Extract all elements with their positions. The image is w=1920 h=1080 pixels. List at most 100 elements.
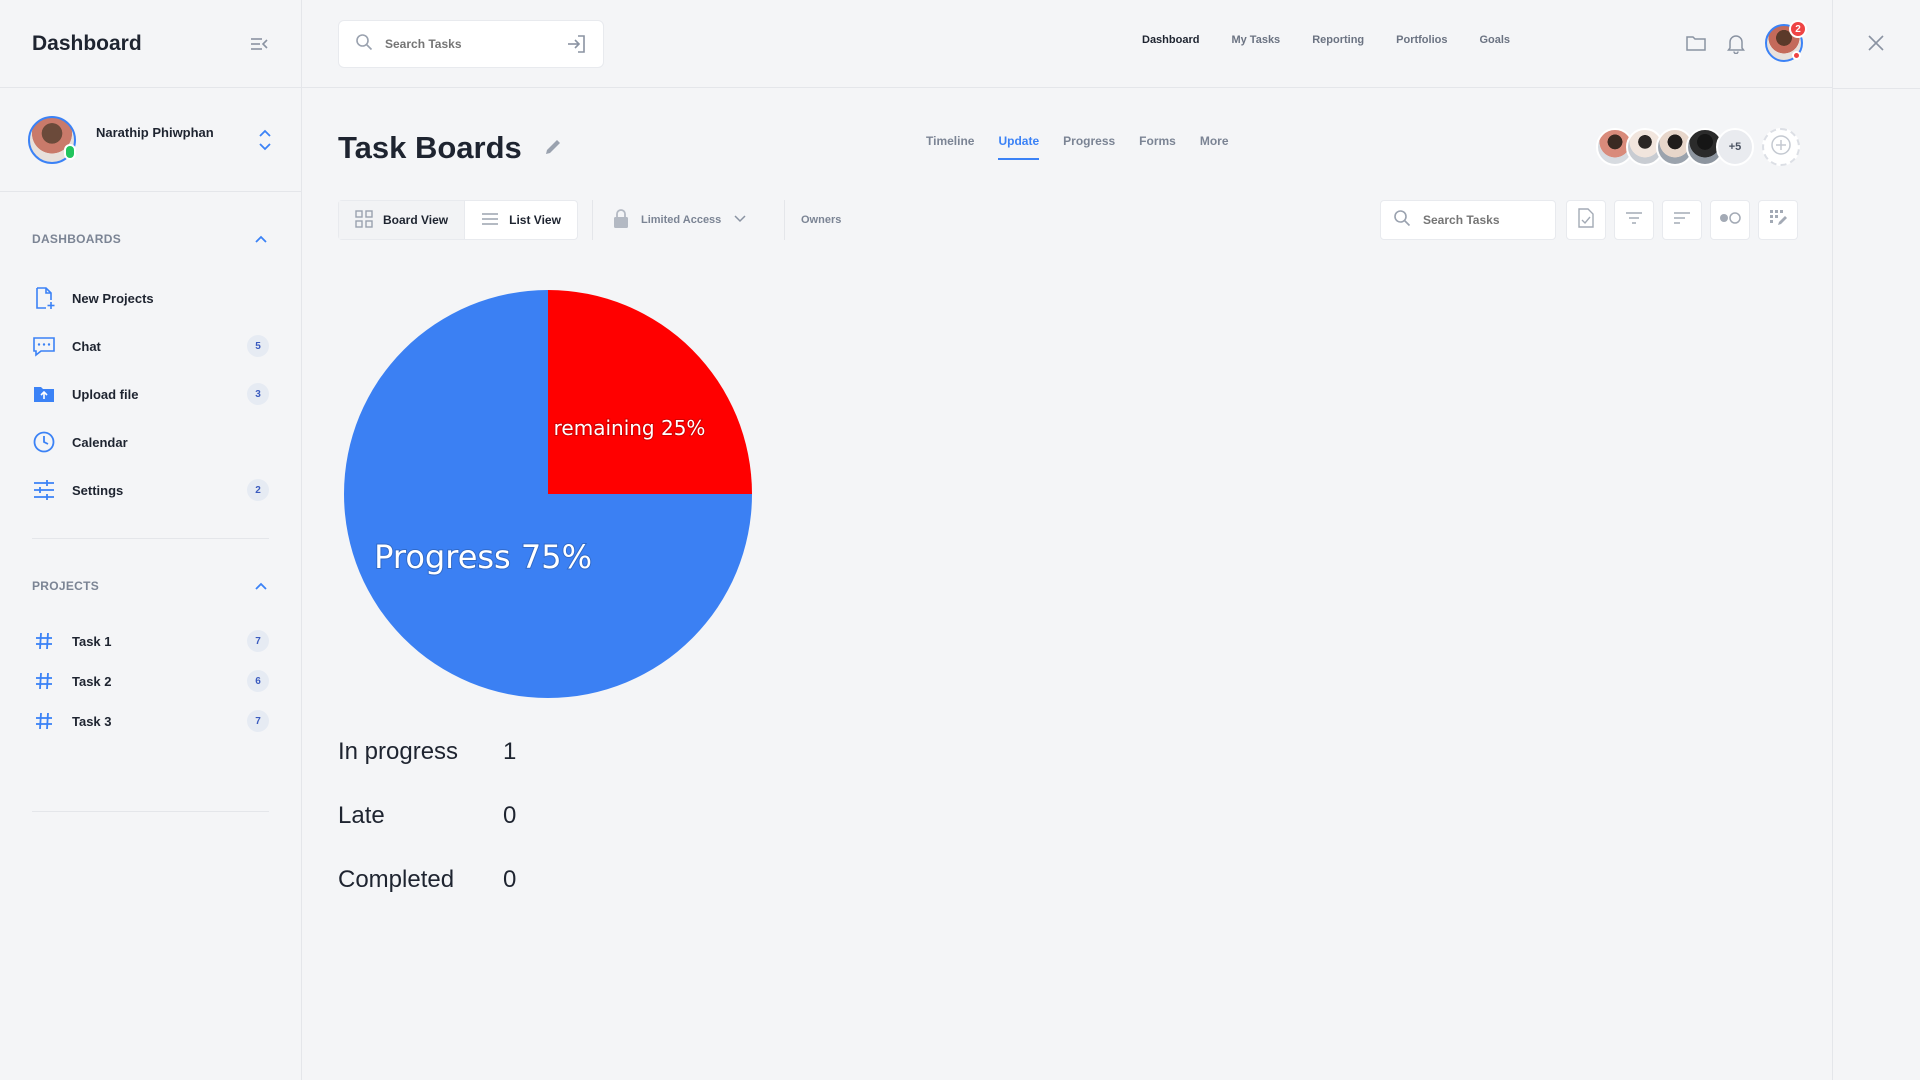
notification-badge: 2 — [1789, 20, 1807, 38]
new-file-icon — [32, 286, 56, 310]
right-rail — [1832, 0, 1920, 1080]
user-name: Narathip Phiwphan — [96, 125, 214, 140]
sidebar-item-label: Upload file — [72, 386, 139, 402]
tab-timeline[interactable]: Timeline — [926, 134, 974, 160]
nav-my-tasks[interactable]: My Tasks — [1231, 34, 1280, 46]
sidebar-item-task-2[interactable]: Task 2 6 — [32, 661, 269, 701]
board-search-box[interactable] — [1380, 200, 1556, 240]
view-tabs: Timeline Update Progress Forms More — [926, 134, 1229, 160]
projects-section-title: PROJECTS — [32, 579, 100, 593]
pencil-icon[interactable] — [542, 136, 564, 158]
divider — [32, 811, 269, 812]
board-toolbar: Board View List View Limited Access Owne… — [338, 200, 1798, 240]
clock-icon — [32, 430, 56, 454]
enter-icon[interactable] — [565, 33, 587, 55]
nav-reporting[interactable]: Reporting — [1312, 34, 1364, 46]
sidebar-item-new-projects[interactable]: New Projects — [32, 274, 269, 322]
dashboards-section-title: DASHBOARDS — [32, 232, 122, 246]
more-members-count[interactable]: +5 — [1716, 128, 1754, 166]
top-search-box[interactable] — [338, 20, 604, 68]
hash-icon — [32, 629, 56, 653]
bell-icon[interactable] — [1725, 32, 1747, 55]
divider — [1833, 88, 1920, 89]
sort-button[interactable] — [1662, 200, 1702, 240]
file-check-icon — [1577, 207, 1595, 233]
list-view-button[interactable]: List View — [465, 201, 577, 239]
chevron-up-icon[interactable] — [253, 578, 269, 594]
sort-icon — [1673, 211, 1691, 230]
page-title: Task Boards — [338, 130, 522, 165]
user-profile[interactable]: Narathip Phiwphan — [0, 88, 301, 192]
filter-icon — [1625, 211, 1643, 230]
stat-value: 0 — [503, 866, 517, 893]
stat-row: Late 0 — [338, 784, 516, 848]
sidebar-item-label: Task 3 — [72, 713, 112, 729]
customize-button[interactable] — [1758, 200, 1798, 240]
chevron-down-icon — [733, 212, 747, 229]
upload-folder-icon — [32, 382, 56, 406]
search-icon — [1393, 209, 1411, 232]
sidebar-item-task-3[interactable]: Task 3 7 — [32, 701, 269, 741]
sidebar-item-calendar[interactable]: Calendar — [32, 418, 269, 466]
tab-progress[interactable]: Progress — [1063, 134, 1115, 160]
toggle-button[interactable] — [1710, 200, 1750, 240]
access-dropdown[interactable]: Limited Access — [592, 200, 747, 240]
board-view-button[interactable]: Board View — [339, 201, 466, 239]
search-icon — [355, 33, 373, 56]
sidebar-item-settings[interactable]: Settings 2 — [32, 466, 269, 514]
folder-icon[interactable] — [1685, 32, 1707, 54]
projects-section: PROJECTS Task 1 7 Task 2 6 Task 3 7 — [0, 575, 301, 741]
filter-button[interactable] — [1614, 200, 1654, 240]
sidebar-item-task-1[interactable]: Task 1 7 — [32, 621, 269, 661]
list-icon — [481, 210, 509, 231]
nav-dashboard[interactable]: Dashboard — [1142, 34, 1199, 46]
grid-edit-icon — [1769, 209, 1787, 232]
member-avatars: +5 — [1596, 128, 1800, 166]
plus-circle-icon — [1770, 134, 1792, 161]
chat-icon — [32, 334, 56, 358]
avatar — [28, 115, 76, 164]
count-badge: 6 — [247, 670, 269, 692]
sidebar-header: Dashboard — [0, 0, 301, 88]
count-badge: 2 — [247, 479, 269, 501]
tab-update[interactable]: Update — [998, 134, 1039, 160]
chevron-up-down-icon[interactable] — [257, 128, 273, 152]
pie-slice-label: remaining 25% — [554, 416, 706, 440]
toggle-icon — [1718, 211, 1742, 230]
list-view-label: List View — [509, 213, 561, 227]
top-actions: 2 — [1685, 20, 1807, 62]
count-badge: 7 — [247, 710, 269, 732]
tab-forms[interactable]: Forms — [1139, 134, 1176, 160]
count-badge: 5 — [247, 335, 269, 357]
online-status-dot — [64, 143, 76, 160]
sidebar-item-label: Settings — [72, 482, 124, 498]
sidebar-item-label: Task 1 — [72, 633, 112, 649]
collapse-menu-icon[interactable] — [249, 34, 269, 54]
hash-icon — [32, 709, 56, 733]
owners-filter[interactable]: Owners — [784, 200, 841, 240]
pie-chart-svg: remaining 25% Progress 75% — [344, 290, 752, 698]
sidebar-item-label: Task 2 — [72, 673, 112, 689]
stat-label: Late — [338, 802, 385, 829]
sidebar: Dashboard Narathip Phiwphan DASHBOARDS N… — [0, 0, 302, 1080]
nav-portfolios[interactable]: Portfolios — [1396, 34, 1447, 46]
stat-value: 1 — [503, 738, 517, 765]
nav-goals[interactable]: Goals — [1479, 34, 1510, 46]
count-badge: 3 — [247, 383, 269, 405]
sidebar-item-upload-file[interactable]: Upload file 3 — [32, 370, 269, 418]
add-member-button[interactable] — [1762, 128, 1800, 166]
sidebar-item-label: Calendar — [72, 434, 128, 450]
sidebar-item-chat[interactable]: Chat 5 — [32, 322, 269, 370]
board-search-input[interactable] — [1423, 213, 1543, 227]
divider — [32, 538, 269, 539]
progress-pie-chart: remaining 25% Progress 75% — [338, 284, 758, 704]
tab-more[interactable]: More — [1200, 134, 1229, 160]
user-avatar[interactable]: 2 — [1765, 20, 1807, 62]
dashboards-section: DASHBOARDS New Projects Chat 5 Upload fi… — [0, 228, 301, 514]
task-check-button[interactable] — [1566, 200, 1606, 240]
search-input[interactable] — [385, 37, 545, 51]
sidebar-title: Dashboard — [32, 31, 142, 55]
chevron-up-icon[interactable] — [253, 231, 269, 247]
hash-icon — [32, 669, 56, 693]
close-icon[interactable] — [1865, 32, 1887, 54]
